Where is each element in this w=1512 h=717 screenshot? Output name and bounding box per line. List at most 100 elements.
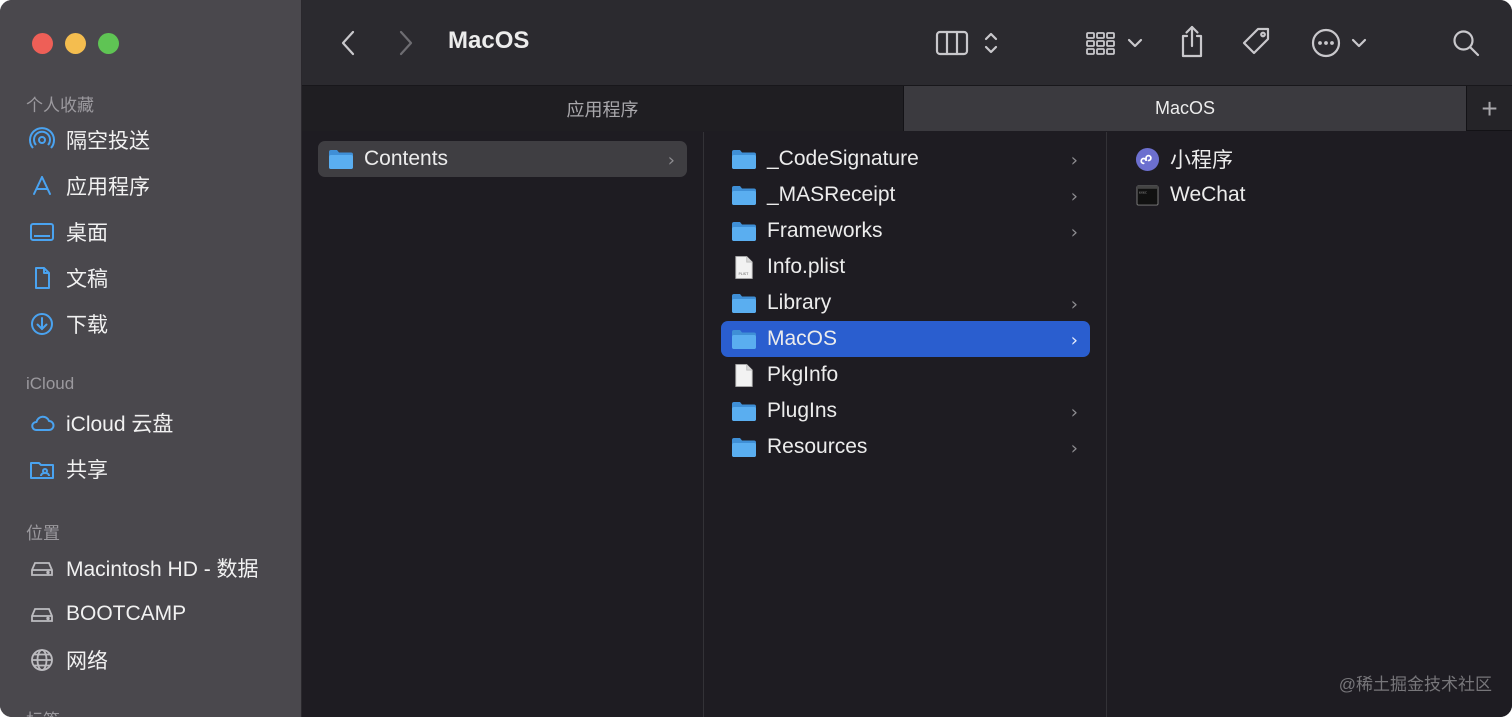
folder-icon xyxy=(328,146,354,172)
sidebar-item-icloud-drive[interactable]: iCloud 云盘 xyxy=(28,405,173,441)
sidebar-section-icloud: iCloud xyxy=(26,374,75,393)
sidebar-item-label: 网络 xyxy=(66,650,108,673)
file-icon xyxy=(731,362,757,388)
folder-icon xyxy=(731,146,757,172)
column-3[interactable]: 小程序 exec WeChat xyxy=(1108,132,1512,717)
ellipsis-circle-icon xyxy=(1311,28,1341,58)
sidebar-item-label: 隔空投送 xyxy=(66,130,150,153)
sidebar-item-label: 应用程序 xyxy=(66,176,150,199)
back-button[interactable] xyxy=(332,26,364,60)
folder-icon xyxy=(731,182,757,208)
tag-button[interactable] xyxy=(1238,22,1276,62)
list-item-masreceipt[interactable]: _MASReceipt › xyxy=(721,177,1090,213)
list-item-label: _CodeSignature xyxy=(767,147,919,170)
zoom-window-button[interactable] xyxy=(98,33,119,54)
chevron-right-icon: › xyxy=(1070,294,1078,315)
network-globe-icon xyxy=(28,646,56,674)
list-item-label: Resources xyxy=(767,435,868,458)
up-down-chevron-icon xyxy=(984,32,998,54)
window-title: MacOS xyxy=(448,27,530,54)
sidebar-item-downloads[interactable]: 下载 xyxy=(28,306,108,342)
shared-folder-icon xyxy=(28,455,56,483)
chevron-right-icon: › xyxy=(1070,150,1078,171)
chevron-down-icon xyxy=(1127,38,1143,48)
grid-icon xyxy=(1086,32,1115,55)
list-item-contents[interactable]: Contents › xyxy=(318,141,687,177)
svg-text:PLIST: PLIST xyxy=(739,271,750,275)
chevron-right-icon: › xyxy=(1070,438,1078,459)
new-tab-button[interactable]: + xyxy=(1466,86,1512,131)
list-item-info-plist[interactable]: PLIST Info.plist xyxy=(721,249,1090,285)
sidebar-item-applications[interactable]: 应用程序 xyxy=(28,168,150,204)
list-item-label: PkgInfo xyxy=(767,363,839,386)
sidebar-item-documents[interactable]: 文稿 xyxy=(28,260,108,296)
list-item-label: PlugIns xyxy=(767,399,838,422)
sidebar-item-label: iCloud 云盘 xyxy=(66,413,174,436)
desktop-icon xyxy=(28,218,56,246)
sidebar-section-tags: 标签 xyxy=(26,706,60,717)
list-item-resources[interactable]: Resources › xyxy=(721,429,1090,465)
tab-macos[interactable]: MacOS xyxy=(904,86,1466,131)
list-item-miniprogram[interactable]: 小程序 xyxy=(1124,141,1493,177)
close-window-button[interactable] xyxy=(32,33,53,54)
cloud-icon xyxy=(28,409,56,437)
watermark: @稀土掘金技术社区 xyxy=(1338,675,1492,694)
chevron-right-icon: › xyxy=(1070,222,1078,243)
sidebar-item-label: 下载 xyxy=(66,314,108,337)
list-item-frameworks[interactable]: Frameworks › xyxy=(721,213,1090,249)
group-button[interactable] xyxy=(1082,24,1146,62)
list-item-library[interactable]: Library › xyxy=(721,285,1090,321)
list-item-macos[interactable]: MacOS › xyxy=(721,321,1090,357)
share-icon xyxy=(1181,25,1203,58)
sidebar-item-label: Macintosh HD - 数据 xyxy=(66,558,259,581)
applications-icon xyxy=(28,172,56,200)
sidebar-item-network[interactable]: 网络 xyxy=(28,642,108,678)
sidebar-item-label: BOOTCAMP xyxy=(66,602,187,625)
share-button[interactable] xyxy=(1174,22,1210,62)
search-button[interactable] xyxy=(1448,24,1484,62)
list-item-label: Frameworks xyxy=(767,219,883,242)
sidebar-item-macintosh-hd[interactable]: Macintosh HD - 数据 xyxy=(28,550,259,586)
list-item-label: Contents xyxy=(364,147,449,170)
sidebar-item-airdrop[interactable]: 隔空投送 xyxy=(28,122,150,158)
sidebar-item-label: 桌面 xyxy=(66,222,108,245)
list-item-wechat[interactable]: exec WeChat xyxy=(1124,177,1493,213)
minimize-window-button[interactable] xyxy=(65,33,86,54)
sidebar-item-bootcamp[interactable]: BOOTCAMP xyxy=(28,596,186,632)
tab-applications[interactable]: 应用程序 xyxy=(302,86,904,131)
forward-button[interactable] xyxy=(390,26,422,60)
tag-icon xyxy=(1242,27,1270,55)
sidebar: 个人收藏 隔空投送 应用程序 桌面 文稿 下载 iCloud iCloud 云盘… xyxy=(0,0,302,717)
tab-bar: 应用程序 MacOS + xyxy=(302,86,1512,131)
column-view-icon xyxy=(935,30,969,56)
list-item-label: MacOS xyxy=(767,327,838,350)
miniprogram-icon xyxy=(1134,146,1160,172)
column-2[interactable]: _CodeSignature › _MASReceipt › Framework… xyxy=(705,132,1107,717)
svg-text:exec: exec xyxy=(1138,190,1146,194)
more-actions-button[interactable] xyxy=(1308,24,1370,62)
sidebar-item-label: 文稿 xyxy=(66,268,108,291)
view-mode-button[interactable] xyxy=(932,24,1004,62)
chevron-left-icon xyxy=(341,30,355,56)
list-item-label: Library xyxy=(767,291,832,314)
sidebar-item-desktop[interactable]: 桌面 xyxy=(28,214,108,250)
column-1[interactable]: Contents › xyxy=(302,132,704,717)
window-controls xyxy=(32,33,119,54)
chevron-right-icon: › xyxy=(667,150,675,171)
hard-drive-icon xyxy=(28,600,56,628)
plist-file-icon: PLIST xyxy=(731,254,757,280)
terminal-executable-icon: exec xyxy=(1134,182,1160,208)
sidebar-section-locations: 位置 xyxy=(26,524,60,543)
toolbar: MacOS xyxy=(302,0,1512,86)
list-item-label: Info.plist xyxy=(767,255,846,278)
document-icon xyxy=(28,264,56,292)
search-icon xyxy=(1453,30,1480,57)
sidebar-item-shared[interactable]: 共享 xyxy=(28,451,108,487)
airdrop-icon xyxy=(28,126,56,154)
list-item-codesignature[interactable]: _CodeSignature › xyxy=(721,141,1090,177)
list-item-pkginfo[interactable]: PkgInfo xyxy=(721,357,1090,393)
download-icon xyxy=(28,310,56,338)
folder-icon xyxy=(731,326,757,352)
chevron-right-icon: › xyxy=(1070,186,1078,207)
list-item-plugins[interactable]: PlugIns › xyxy=(721,393,1090,429)
